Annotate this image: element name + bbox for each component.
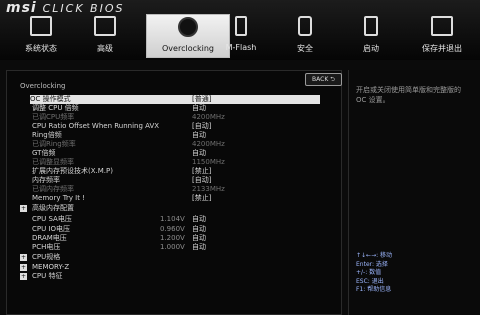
tab-label: Overclocking [162,44,214,53]
voltage-row[interactable]: PCH电压 [32,243,60,252]
setting-row[interactable]: 调整 CPU 倍频 [32,104,79,113]
setting-value[interactable]: [禁止] [192,167,211,176]
setting-row-oc-mode[interactable]: OC 操作模式 [30,95,320,104]
setting-value[interactable]: 自动 [192,149,206,158]
usb-drive-icon [235,16,247,36]
tab-label: 高级 [97,44,113,53]
voltage-row[interactable]: CPU SA电压 [32,215,72,224]
setting-value[interactable]: 自动 [192,131,206,140]
tab-label: 安全 [297,44,313,53]
lock-icon [298,16,312,36]
tab-advanced[interactable]: 高级 [84,14,126,58]
setting-row: 已调CPU频率 [32,113,75,121]
voltage-reading: 0.960V [160,225,185,233]
setting-value[interactable]: 自动 [192,243,206,252]
help-text: 开启或关闭使用简单版和完整版的 OC 设置。 [356,86,461,104]
power-plug-icon [364,16,378,36]
tab-overclocking[interactable]: Overclocking [146,14,230,58]
setting-row: 已调Ring频率 [32,140,76,148]
tab-boot[interactable]: 启动 [350,14,392,58]
setting-value[interactable]: 自动 [192,225,206,234]
setting-row[interactable]: GT倍频 [32,149,55,158]
setting-row[interactable]: CPU Ratio Offset When Running AVX [32,122,159,131]
setting-row[interactable]: 内存频率 [32,176,60,185]
monitor-icon [30,16,52,36]
voltage-reading: 1.200V [160,234,185,242]
setting-value[interactable]: [自动] [192,176,211,185]
setting-value[interactable]: 自动 [192,234,206,243]
submenu-memory-z[interactable]: MEMORY-Z [32,263,69,272]
setting-value[interactable]: [自动] [192,122,211,131]
setting-row[interactable]: 扩展内存预设技术(X.M.P) [32,167,113,176]
back-button[interactable]: BACK ⮌ [305,73,342,86]
expand-icon[interactable]: + [20,264,27,271]
setting-row[interactable]: Ring倍频 [32,131,62,140]
settings-panel-icon [94,16,116,36]
submenu-advanced-memory[interactable]: 高级内存配置 [32,204,74,213]
submenu-cpu-features[interactable]: CPU 特征 [32,272,62,281]
setting-row: 已调整显频率 [32,158,74,166]
panel-title: Overclocking [20,82,66,90]
tab-label: 启动 [363,44,379,53]
setting-row[interactable]: Memory Try It ! [32,194,85,203]
expand-icon[interactable]: + [20,254,27,261]
floppy-disk-icon [431,16,453,36]
tab-security[interactable]: 安全 [284,14,326,58]
tab-system-status[interactable]: 系统状态 [20,14,62,58]
setting-value: 4200MHz [192,140,225,148]
expand-icon[interactable]: + [20,273,27,280]
setting-row: 已调内存频率 [32,185,74,193]
setting-value[interactable]: 自动 [192,104,206,113]
setting-value[interactable]: [禁止] [192,194,211,203]
setting-value: 2133MHz [192,185,225,193]
tab-label: M-Flash [225,43,257,52]
setting-value: 1150MHz [192,158,225,166]
voltage-row[interactable]: CPU IO电压 [32,225,70,234]
voltage-reading: 1.000V [160,243,185,251]
key-help: ↑↓←→: 移动 Enter: 选择 +/-: 数值 ESC: 退出 F1: 帮… [356,252,393,293]
tab-save-exit[interactable]: 保存并退出 [414,14,470,58]
tab-label: 保存并退出 [422,44,462,53]
gauge-icon [178,17,198,37]
setting-value[interactable]: 自动 [192,215,206,224]
tab-m-flash[interactable]: M-Flash [220,14,262,58]
expand-icon[interactable]: + [20,205,27,212]
setting-value: 4200MHz [192,113,225,121]
voltage-reading: 1.104V [160,215,185,223]
tab-label: 系统状态 [25,44,57,53]
setting-value[interactable]: [普通] [192,95,211,104]
voltage-row[interactable]: DRAM电压 [32,234,67,243]
submenu-cpu-spec[interactable]: CPU规格 [32,253,60,262]
